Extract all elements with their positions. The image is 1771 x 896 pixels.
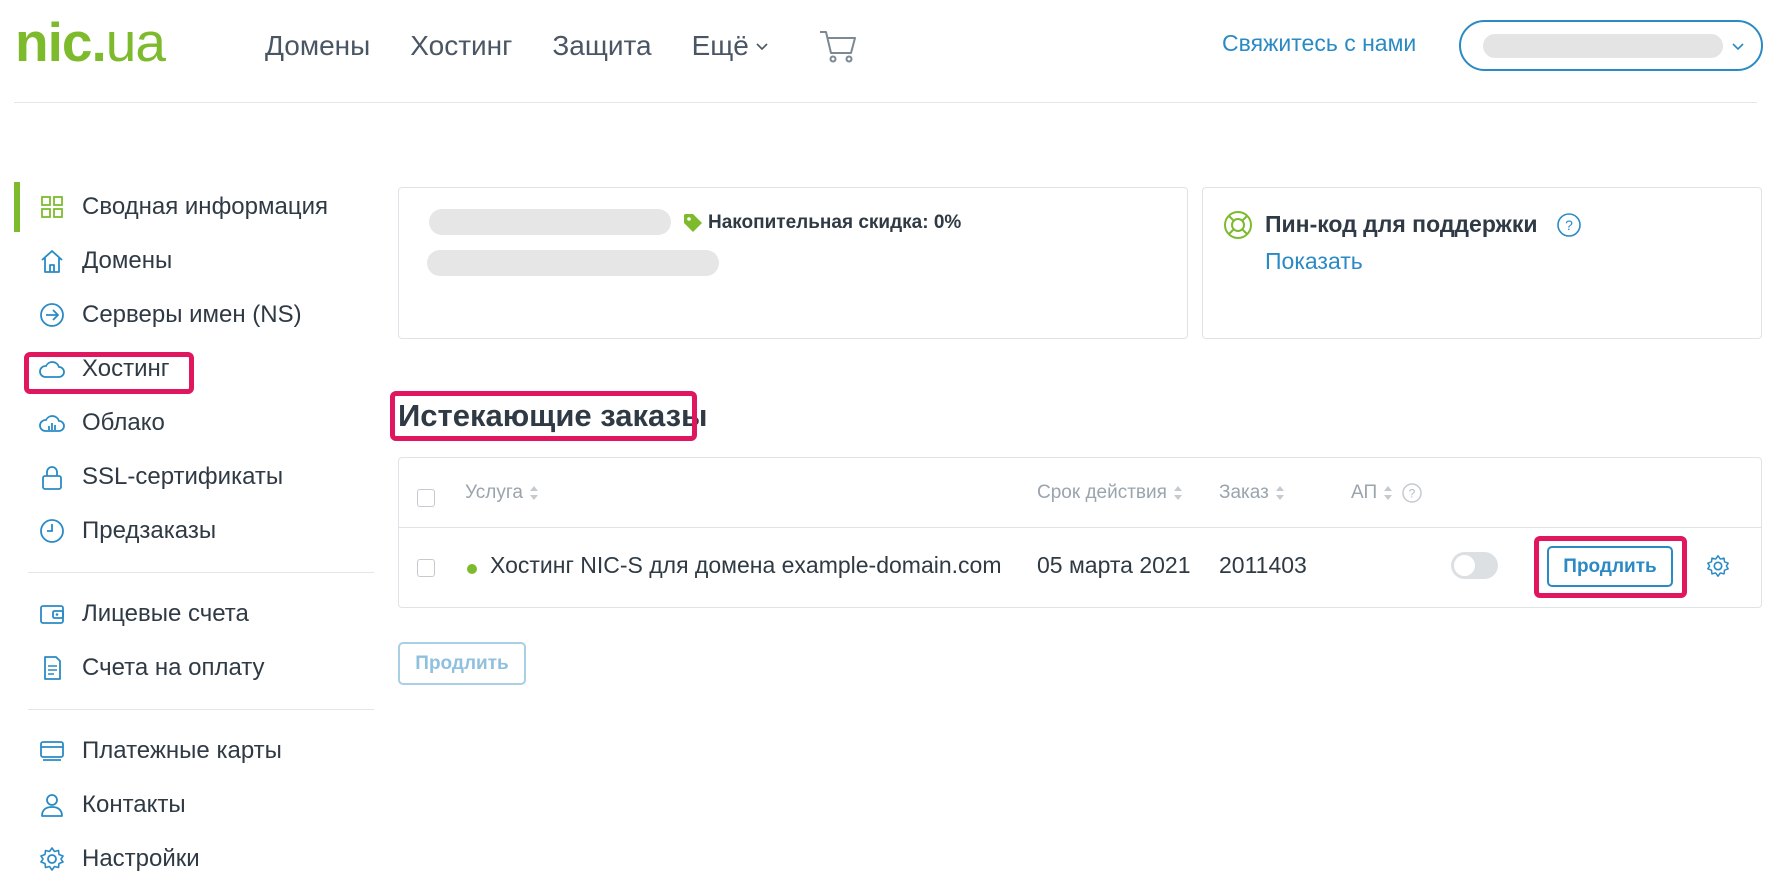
sidebar: Сводная информация Домены Серверы имен (… [14, 180, 374, 886]
sort-icon [1275, 486, 1284, 500]
sidebar-item-accounts[interactable]: Лицевые счета [14, 587, 374, 641]
sidebar-item-label: Домены [82, 247, 173, 274]
lock-icon [42, 466, 62, 490]
bulk-renew-button[interactable]: Продлить [398, 642, 526, 685]
svg-text:?: ? [1409, 487, 1416, 501]
expiry-date: 05 марта 2021 [1037, 552, 1191, 578]
service-name: Хостинг NIC-S для домена example-domain.… [490, 552, 1002, 578]
nic-ua-logo[interactable]: nic.ua [15, 12, 166, 72]
sidebar-item-label: Платежные карты [82, 737, 282, 764]
sidebar-item-domains[interactable]: Домены [14, 234, 374, 288]
nav-hosting[interactable]: Хостинг [410, 28, 512, 64]
grid-icon [41, 196, 63, 218]
top-header: nic.ua Домены Хостинг Защита Ещё Свяжите… [0, 0, 1771, 103]
user-name-redacted [429, 209, 671, 235]
table-row: Хостинг NIC-S для домена example-domain.… [399, 528, 1761, 608]
pin-title: Пин-код для поддержки [1265, 211, 1538, 237]
sidebar-item-settings[interactable]: Настройки [14, 832, 374, 886]
gear-icon[interactable] [1705, 553, 1731, 579]
sidebar-item-label: Счета на оплату [82, 654, 265, 681]
svg-text:?: ? [1565, 217, 1573, 233]
sidebar-divider [28, 572, 374, 573]
home-icon [41, 250, 63, 273]
sidebar-item-label: Предзаказы [82, 517, 217, 544]
sidebar-item-preorders[interactable]: Предзаказы [14, 504, 374, 558]
sidebar-item-ssl[interactable]: SSL-сертификаты [14, 450, 374, 504]
contact-us-link[interactable]: Свяжитесь с нами [1222, 30, 1416, 57]
sidebar-item-label: Лицевые счета [82, 600, 249, 627]
select-all-checkbox[interactable] [417, 489, 435, 507]
nav-protection[interactable]: Защита [552, 28, 651, 64]
cart-icon[interactable] [818, 28, 858, 64]
sidebar-item-label: Настройки [82, 845, 200, 872]
wallet-icon [40, 605, 64, 624]
col-expiry[interactable]: Срок действия [1037, 482, 1183, 504]
sidebar-item-label: Серверы имен (NS) [82, 301, 302, 328]
tag-icon [684, 214, 702, 232]
sidebar-item-cloud[interactable]: Облако [14, 396, 374, 450]
sidebar-item-contacts[interactable]: Контакты [14, 778, 374, 832]
user-details-redacted [427, 250, 719, 276]
sidebar-item-label: Контакты [82, 791, 186, 818]
discount-badge: Накопительная скидка: 0% [682, 212, 961, 234]
nav-more[interactable]: Ещё [692, 28, 769, 64]
header-divider [14, 102, 1757, 103]
show-pin-link[interactable]: Показать [1265, 248, 1363, 275]
row-checkbox[interactable] [417, 559, 435, 577]
col-service[interactable]: Услуга [465, 482, 539, 504]
support-pin-card: Пин-код для поддержки ? Показать [1202, 187, 1762, 339]
sort-icon [529, 486, 538, 500]
autorenew-toggle[interactable] [1451, 552, 1498, 579]
expiring-orders-table: Услуга Срок действия Заказ АП ? Хостинг … [398, 457, 1762, 608]
col-order[interactable]: Заказ [1219, 482, 1285, 504]
sort-icon [1173, 486, 1182, 500]
sidebar-item-dashboard[interactable]: Сводная информация [14, 180, 374, 234]
invoice-icon [44, 656, 61, 680]
sidebar-divider [28, 709, 374, 710]
gear-icon [40, 847, 64, 871]
nav-domains[interactable]: Домены [265, 28, 370, 64]
arrow-circle-icon [40, 303, 64, 327]
chevron-down-icon [1732, 43, 1744, 51]
highlight-hosting [24, 352, 194, 394]
sidebar-item-label: SSL-сертификаты [82, 463, 284, 490]
cards-icon [40, 741, 64, 761]
account-dropdown[interactable] [1459, 20, 1763, 71]
sidebar-item-label: Облако [82, 409, 165, 436]
sort-icon [1384, 486, 1393, 500]
account-name-redacted [1483, 34, 1723, 58]
user-summary-card: Накопительная скидка: 0% [398, 187, 1188, 339]
chevron-down-icon [756, 43, 768, 51]
highlight-orders-title [390, 391, 697, 441]
person-icon [41, 794, 63, 817]
sidebar-item-label: Сводная информация [82, 193, 328, 220]
main-nav: Домены Хостинг Защита Ещё [265, 28, 809, 64]
sidebar-item-nameservers[interactable]: Серверы имен (NS) [14, 288, 374, 342]
sidebar-item-payment-cards[interactable]: Платежные карты [14, 724, 374, 778]
sidebar-item-invoices[interactable]: Счета на оплату [14, 641, 374, 695]
toggle-knob [1454, 555, 1475, 576]
table-header: Услуга Срок действия Заказ АП ? [399, 458, 1761, 528]
cloud-chart-icon [39, 415, 65, 432]
highlight-renew-button [1534, 536, 1687, 598]
help-icon[interactable]: ? [1556, 212, 1582, 238]
clock-icon [40, 519, 64, 543]
help-icon[interactable]: ? [1401, 482, 1423, 504]
order-number: 2011403 [1219, 552, 1307, 578]
col-autorenew[interactable]: АП ? [1351, 482, 1423, 504]
status-active-dot [467, 564, 477, 574]
lifebuoy-icon [1224, 211, 1252, 239]
